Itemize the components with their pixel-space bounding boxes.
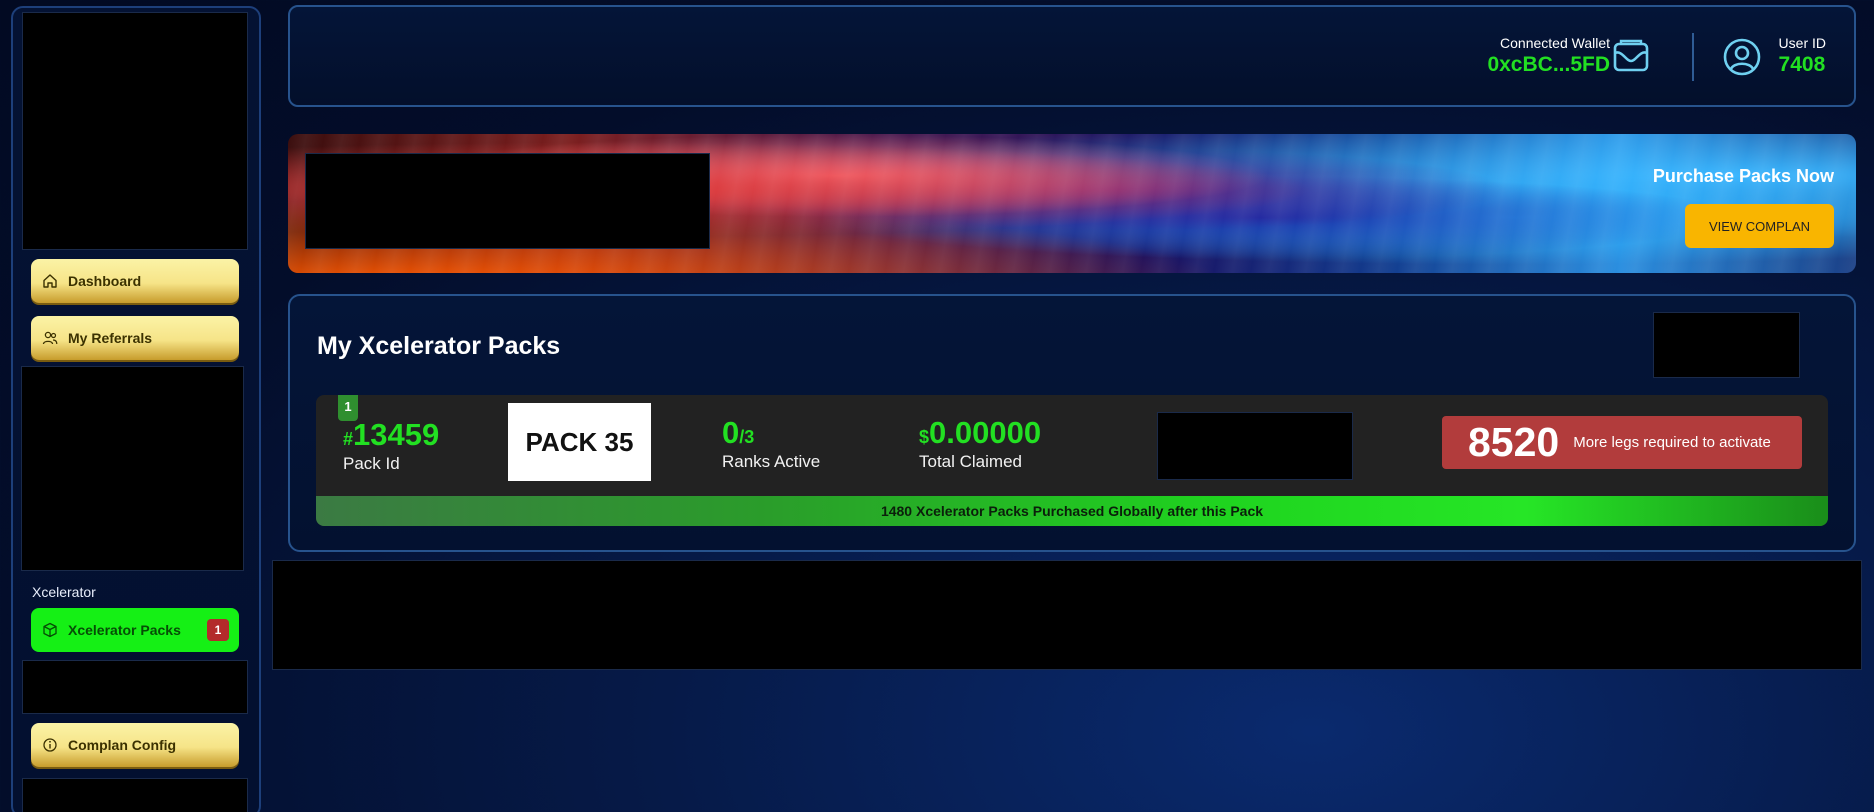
promo-banner: Purchase Packs Now VIEW COMPLAN	[288, 134, 1856, 273]
pack-name: PACK 35	[508, 403, 651, 481]
sidebar-item-my-referrals[interactable]: My Referrals	[31, 316, 239, 360]
pack-id-label: Pack Id	[343, 454, 400, 473]
notification-badge: 1	[207, 619, 229, 641]
top-bar: Connected Wallet 0xcBC...5FD User ID 740…	[288, 5, 1856, 107]
connected-wallet: Connected Wallet 0xcBC...5FD	[1487, 35, 1610, 77]
sidebar-item-xcelerator-packs[interactable]: Xcelerator Packs 1	[31, 608, 239, 652]
claimed-value: 0.00000	[929, 415, 1042, 450]
sidebar: Dashboard My Referrals Xcelerator Xceler…	[11, 6, 261, 812]
total-claimed-stat: $0.00000 Total Claimed	[919, 415, 1041, 472]
sidebar-redacted-block	[21, 366, 244, 571]
banner-redacted-logo	[305, 153, 710, 249]
legs-required-count: 8520	[1468, 419, 1560, 465]
content-redacted-block	[272, 560, 1862, 670]
users-icon	[42, 330, 58, 346]
ranks-active-value: 0	[722, 415, 740, 450]
pack-id-value: 13459	[353, 417, 440, 452]
sidebar-item-complan-config[interactable]: Complan Config	[31, 723, 239, 767]
claimed-prefix: $	[919, 427, 930, 447]
info-icon	[42, 737, 58, 753]
pack-id-stat: #13459 Pack Id	[343, 417, 439, 474]
box-icon	[42, 622, 58, 638]
ranks-total: /3	[739, 427, 755, 447]
legs-required-text: More legs required to activate	[1573, 434, 1771, 451]
sidebar-item-label: My Referrals	[68, 330, 153, 346]
user-id: User ID 7408	[1779, 35, 1826, 77]
sidebar-section-label: Xcelerator	[32, 584, 96, 600]
xcelerator-packs-panel: My Xcelerator Packs 1 #13459 Pack Id PAC…	[288, 294, 1856, 552]
sidebar-redacted-item	[22, 660, 248, 714]
user-icon[interactable]	[1722, 37, 1762, 77]
home-icon	[42, 273, 58, 289]
packs-redacted-control	[1653, 312, 1800, 378]
pack-id-prefix: #	[343, 429, 354, 449]
user-id-label: User ID	[1778, 35, 1826, 51]
user-id-value: 7408	[1778, 53, 1826, 76]
view-complan-button[interactable]: VIEW COMPLAN	[1685, 204, 1834, 248]
sidebar-item-dashboard[interactable]: Dashboard	[31, 259, 239, 303]
page-title: My Xcelerator Packs	[317, 332, 561, 360]
pack-card[interactable]: 1 #13459 Pack Id PACK 35 0/3 Ranks Activ…	[316, 395, 1828, 526]
sidebar-item-label: Complan Config	[68, 737, 177, 753]
wallet-address[interactable]: 0xcBC...5FD	[1487, 53, 1610, 77]
sidebar-logo-redacted	[22, 12, 248, 250]
header-divider	[1692, 33, 1694, 81]
ranks-active-stat: 0/3 Ranks Active	[722, 415, 820, 472]
pack-redacted-block	[1157, 412, 1353, 480]
sidebar-item-label: Dashboard	[68, 273, 142, 289]
banner-title: Purchase Packs Now	[1652, 166, 1834, 186]
wallet-icon[interactable]	[1612, 37, 1650, 75]
ranks-active-label: Ranks Active	[722, 452, 821, 471]
sidebar-item-label: Xcelerator Packs	[68, 622, 181, 638]
global-purchase-bar: 1480 Xcelerator Packs Purchased Globally…	[316, 496, 1828, 526]
wallet-label: Connected Wallet	[1500, 35, 1610, 51]
sidebar-redacted-bottom	[22, 778, 248, 812]
total-claimed-label: Total Claimed	[919, 452, 1022, 471]
legs-required-alert: 8520 More legs required to activate	[1442, 416, 1802, 469]
